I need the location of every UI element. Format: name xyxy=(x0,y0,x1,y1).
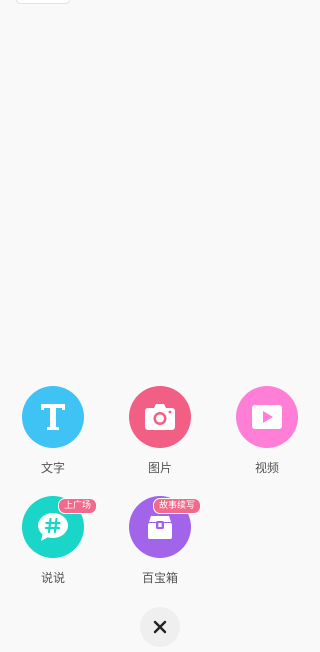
menu-label-treasure-box: 百宝箱 xyxy=(141,571,178,585)
menu-label-text: 文字 xyxy=(40,461,65,475)
menu-item-shuoshuo[interactable]: 上广场 说说 xyxy=(8,496,98,596)
menu-label-video: 视频 xyxy=(254,461,279,475)
text-circle xyxy=(22,386,84,448)
menu-item-text[interactable]: 文字 xyxy=(8,386,98,486)
menu-item-image[interactable]: 图片 xyxy=(115,386,205,486)
badge-plaza: 上广场 xyxy=(58,498,98,514)
hashtag-chat-icon xyxy=(38,513,68,541)
badge-story-continue: 故事续写 xyxy=(153,498,202,514)
menu-label-shuoshuo: 说说 xyxy=(40,571,65,585)
camera-icon xyxy=(145,404,175,430)
video-circle xyxy=(236,386,298,448)
top-edge-element xyxy=(16,0,70,4)
close-icon xyxy=(153,620,167,634)
treasure-box-icon xyxy=(148,516,172,539)
menu-item-video[interactable]: 视频 xyxy=(222,386,312,486)
play-video-icon xyxy=(252,405,282,429)
text-t-icon xyxy=(41,404,65,430)
menu-item-treasure-box[interactable]: 故事续写 百宝箱 xyxy=(115,496,205,596)
menu-label-image: 图片 xyxy=(147,461,172,475)
close-button[interactable] xyxy=(140,607,180,647)
image-circle xyxy=(129,386,191,448)
